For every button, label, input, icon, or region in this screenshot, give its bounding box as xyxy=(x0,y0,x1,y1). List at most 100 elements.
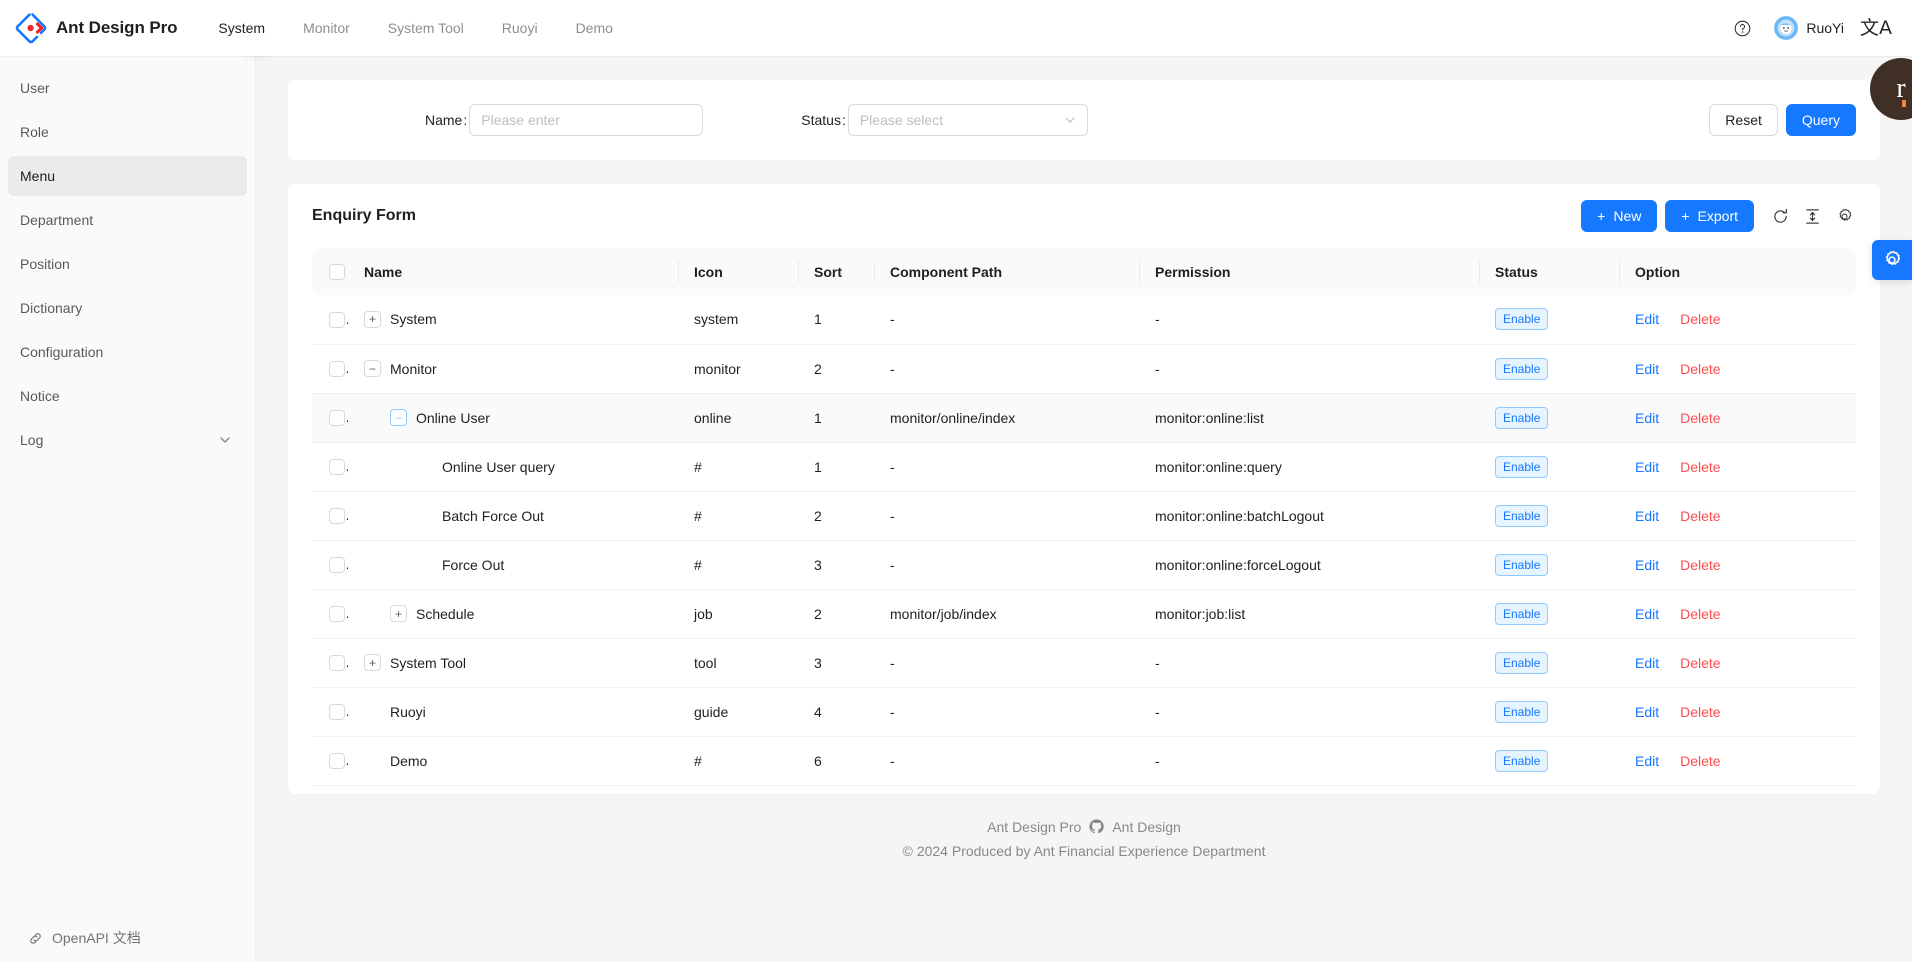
sidebar-item-department[interactable]: Department xyxy=(8,200,247,240)
cell-permission: monitor:job:list xyxy=(1139,589,1479,639)
row-checkbox[interactable] xyxy=(329,410,345,427)
table-row[interactable]: Force Out #3- monitor:online:forceLogout En… xyxy=(312,540,1856,590)
edit-link[interactable]: Edit xyxy=(1635,557,1659,573)
tree-expand-toggle-minus-icon[interactable]: − xyxy=(364,360,381,377)
new-button[interactable]: + New xyxy=(1581,200,1658,232)
topnav-item-monitor[interactable]: Monitor xyxy=(284,0,369,56)
tree-expand-toggle-plus-icon[interactable]: + xyxy=(364,654,381,671)
topnav-item-system[interactable]: System xyxy=(199,0,284,56)
column-header-sort[interactable]: Sort xyxy=(798,248,874,295)
sidebar-item-configuration[interactable]: Configuration xyxy=(8,332,247,372)
column-header-icon[interactable]: Icon xyxy=(678,248,798,295)
edit-link[interactable]: Edit xyxy=(1635,704,1659,720)
tree-expand-toggle-plus-icon[interactable]: + xyxy=(390,605,407,622)
cell-permission: monitor:online:list xyxy=(1139,393,1479,443)
row-checkbox[interactable] xyxy=(329,655,345,672)
delete-link[interactable]: Delete xyxy=(1680,311,1720,327)
cell-component-path: - xyxy=(874,442,1139,492)
footer-link-ant-design[interactable]: Ant Design xyxy=(1112,819,1180,835)
topnav-item-ruoyi[interactable]: Ruoyi xyxy=(483,0,557,56)
sidebar-item-log[interactable]: Log xyxy=(8,420,247,460)
brand-title: Ant Design Pro xyxy=(56,18,178,37)
delete-link[interactable]: Delete xyxy=(1680,508,1720,524)
sidebar-item-role[interactable]: Role xyxy=(8,112,247,152)
row-select-cell xyxy=(312,442,348,492)
table-row[interactable]: − Online User online 1 monitor/online/index m… xyxy=(312,393,1856,443)
footer-link-ant-design-pro[interactable]: Ant Design Pro xyxy=(987,819,1081,835)
topnav-item-system-tool[interactable]: System Tool xyxy=(369,0,483,56)
delete-link[interactable]: Delete xyxy=(1680,655,1720,671)
footer-copyright: © 2024 Produced by Ant Financial Experie… xyxy=(256,843,1912,859)
settings-drawer-button[interactable] xyxy=(1872,240,1912,280)
language-switch-button[interactable]: 文A xyxy=(1856,8,1896,48)
reset-button[interactable]: Reset xyxy=(1709,104,1778,136)
delete-link[interactable]: Delete xyxy=(1680,753,1720,769)
row-checkbox[interactable] xyxy=(329,361,345,378)
cell-permission: - xyxy=(1139,638,1479,688)
delete-link[interactable]: Delete xyxy=(1680,704,1720,720)
table-row[interactable]: + System system 1- - Enable Edit Delete xyxy=(312,295,1856,345)
delete-link[interactable]: Delete xyxy=(1680,410,1720,426)
page-footer: Ant Design Pro Ant Design © 2024 Produce… xyxy=(256,819,1912,883)
edit-link[interactable]: Edit xyxy=(1635,311,1659,327)
edit-link[interactable]: Edit xyxy=(1635,606,1659,622)
column-header-status[interactable]: Status xyxy=(1479,248,1619,295)
tree-expand-toggle-minus-icon[interactable]: − xyxy=(390,409,407,426)
row-name-label: Online User query xyxy=(442,458,555,475)
sidebar-item-notice[interactable]: Notice xyxy=(8,376,247,416)
table-row[interactable]: Batch Force Out #2- monitor:online:batchLo… xyxy=(312,491,1856,541)
row-checkbox[interactable] xyxy=(329,557,345,574)
row-checkbox[interactable] xyxy=(329,606,345,623)
column-header-permission[interactable]: Permission xyxy=(1139,248,1479,295)
table-row[interactable]: + System Tool tool 3- - Enable Edit Delete xyxy=(312,638,1856,688)
sidebar-item-menu[interactable]: Menu xyxy=(8,156,247,196)
search-input-name[interactable] xyxy=(469,104,704,136)
cell-permission: monitor:online:forceLogout xyxy=(1139,540,1479,590)
reload-button[interactable] xyxy=(1768,204,1792,228)
sidebar-item-position[interactable]: Position xyxy=(8,244,247,284)
edit-link[interactable]: Edit xyxy=(1635,508,1659,524)
density-button[interactable] xyxy=(1800,204,1824,228)
column-header-name[interactable]: Name xyxy=(348,248,678,295)
user-menu-button[interactable]: RuoYi xyxy=(1762,8,1856,48)
sidebar-item-dictionary[interactable]: Dictionary xyxy=(8,288,247,328)
select-all-checkbox[interactable] xyxy=(329,264,345,281)
row-checkbox[interactable] xyxy=(329,311,345,328)
row-checkbox[interactable] xyxy=(329,753,345,770)
column-header-option[interactable]: Option xyxy=(1619,248,1856,295)
gear-icon xyxy=(1838,208,1851,221)
cell-name: − Monitor xyxy=(348,344,678,394)
table-row[interactable]: Demo #6- - Enable Edit Delete xyxy=(312,736,1856,786)
edit-link[interactable]: Edit xyxy=(1635,655,1659,671)
table-row[interactable]: Ruoyi guide 4- - Enable Edit Delete xyxy=(312,687,1856,737)
table-row[interactable]: Online User query #1- monitor:online:query… xyxy=(312,442,1856,492)
delete-link[interactable]: Delete xyxy=(1680,557,1720,573)
edit-link[interactable]: Edit xyxy=(1635,361,1659,377)
status-select[interactable]: Please select xyxy=(847,104,1088,136)
row-checkbox[interactable] xyxy=(329,704,345,721)
edit-link[interactable]: Edit xyxy=(1635,410,1659,426)
delete-link[interactable]: Delete xyxy=(1680,459,1720,475)
brand-logo-link[interactable]: Ant Design Pro xyxy=(0,12,177,44)
column-header-component-path[interactable]: Component Path xyxy=(874,248,1139,295)
sidebar-item-user[interactable]: User xyxy=(8,68,247,108)
tree-expand-toggle-plus-icon[interactable]: + xyxy=(364,310,381,328)
edit-link[interactable]: Edit xyxy=(1635,459,1659,475)
export-button[interactable]: + Export xyxy=(1665,200,1754,232)
user-name-label: RuoYi xyxy=(1806,20,1844,36)
table-row[interactable]: − Monitor monitor 2- - Enable Edit Delete xyxy=(312,344,1856,394)
column-setting-button[interactable] xyxy=(1832,204,1856,228)
cell-status: Enable xyxy=(1479,491,1619,541)
query-button[interactable]: Query xyxy=(1785,104,1856,136)
openapi-doc-link[interactable]: OpenAPI 文档 xyxy=(0,914,256,962)
edit-link[interactable]: Edit xyxy=(1635,753,1659,769)
delete-link[interactable]: Delete xyxy=(1680,606,1720,622)
cell-icon: guide xyxy=(678,687,798,737)
delete-link[interactable]: Delete xyxy=(1680,361,1720,377)
row-checkbox[interactable] xyxy=(329,459,345,476)
topnav-item-demo[interactable]: Demo xyxy=(557,0,632,56)
help-button[interactable] xyxy=(1722,8,1762,48)
github-icon[interactable] xyxy=(1089,819,1105,834)
table-row[interactable]: + Schedule job 2 monitor/job/index monitor:jo… xyxy=(312,589,1856,639)
row-checkbox[interactable] xyxy=(329,508,345,525)
